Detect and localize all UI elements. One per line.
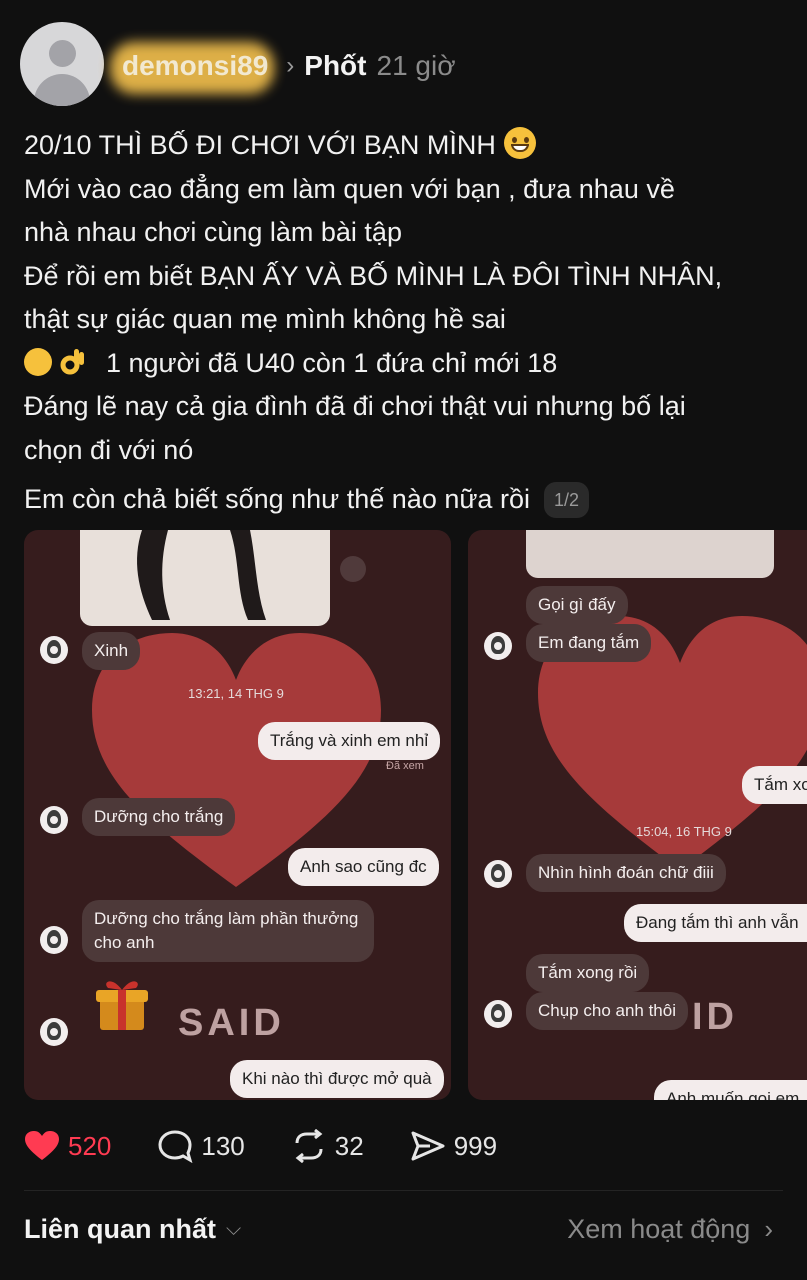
message-received: Em đang tắm [526,624,652,662]
chat-screenshot-2[interactable]: Gọi gì đấy Em đang tắm Tắm xo 15:04, 16 … [468,530,807,1100]
post-line: Để rồi em biết BẠN ẤY VÀ BỐ MÌNH LÀ ĐÔI … [24,260,723,291]
comment-count: 130 [201,1130,245,1161]
like-button[interactable]: 520 [24,1130,111,1162]
media-counter: 1/2 [543,482,589,518]
message-received: Dưỡng cho trắng làm phần thưởng cho anh [82,900,374,962]
comment-button[interactable]: 130 [157,1129,245,1163]
action-bar: 520 130 32 999 [24,1124,543,1168]
comment-icon [158,1130,193,1163]
message-received: Dưỡng cho trắng [82,798,236,836]
repost-button[interactable]: 32 [291,1129,364,1163]
sticker-text: SAID [178,1002,285,1044]
divider [24,1190,783,1191]
message-received: Xinh [82,632,141,670]
post-body: 20/10 THÌ BỐ ĐI CHƠI VỚI BẠN MÌNH Mới và… [24,124,794,522]
seen-status: Đã xem [386,760,424,772]
repost-icon [295,1129,323,1163]
smiling-face-icon [24,347,52,376]
send-icon [411,1131,445,1161]
topic-tag[interactable]: Phốt [304,50,366,82]
message-sent: Tắm xo [742,766,807,804]
photo-hair-icon [137,530,266,620]
contact-avatar [484,860,512,888]
message-received: Nhìn hình đoán chữ điii [526,854,726,892]
post-line: Em còn chả biết sống như thế nào nữa rồi… [24,478,794,522]
shared-photo[interactable] [526,530,774,578]
post-line: 20/10 THÌ BỐ ĐI CHƠI VỚI BẠN MÌNH [24,124,794,168]
repost-count: 32 [334,1130,364,1161]
message-sent: Anh muốn gọi em [654,1080,807,1100]
share-icon[interactable] [340,556,366,582]
message-sent: Trắng và xinh em nhỉ [258,722,441,760]
heart-filled-icon [25,1131,59,1160]
like-count: 520 [68,1130,112,1161]
username[interactable]: demonsi89 [110,42,274,94]
ok-hand-icon [60,348,84,374]
user-avatar[interactable] [20,22,104,106]
activity-label: Xem hoạt động [567,1214,751,1244]
contact-avatar [40,1018,68,1046]
post-line: thật sự giác quan mẹ mình không hề sai [24,304,506,334]
sort-dropdown[interactable]: Liên quan nhất ⌵ [24,1214,241,1245]
gift-icon [96,981,148,1030]
post-line: Đáng lẽ nay cả gia đình đã đi chơi thật … [24,391,686,421]
view-activity-link[interactable]: Xem hoạt động › [567,1214,773,1245]
message-sent: Đang tắm thì anh vẫn [624,904,807,942]
chevron-down-icon: ⌵ [226,1218,242,1240]
post-header: demonsi89 › Phốt 21 giờ [110,42,456,94]
shared-photo[interactable] [80,530,330,626]
chevron-right-icon: › [286,52,295,79]
message-received: Tắm xong rồi [526,954,650,992]
chat-screenshot-1[interactable]: Xinh 13:21, 14 THG 9 Trắng và xinh em nh… [24,530,451,1100]
contact-avatar [484,632,512,660]
contact-avatar [40,636,68,664]
contact-avatar [40,926,68,954]
message-received: Chụp cho anh thôi [526,992,688,1030]
share-count: 999 [453,1130,498,1161]
share-button[interactable]: 999 [410,1129,497,1163]
post-line: nhà nhau chơi cùng làm bài tập [24,217,402,247]
message-received: Gọi gì đấy [526,586,628,624]
post-line: 1 người đã U40 còn 1 đứa chỉ mới 18 [24,342,794,386]
avatar-shoulders [34,74,90,106]
chevron-right-icon: › [764,1214,773,1244]
post-time: 21 giờ [376,50,456,81]
chat-timestamp: 15:04, 16 THG 9 [636,824,732,839]
post-line: Mới vào cao đẳng em làm quen với bạn , đ… [24,173,675,204]
message-sent: Khi nào thì được mở quà [230,1060,444,1098]
chat-timestamp: 13:21, 14 THG 9 [188,686,284,701]
contact-avatar [40,806,68,834]
sort-label: Liên quan nhất [24,1214,216,1244]
message-sent: Anh sao cũng đc [288,848,439,886]
avatar-head [49,40,76,67]
contact-avatar [484,1000,512,1028]
grinning-face-icon [503,127,536,159]
sticker-text: ID [692,996,738,1038]
post-line: chọn đi với nó [24,434,194,465]
